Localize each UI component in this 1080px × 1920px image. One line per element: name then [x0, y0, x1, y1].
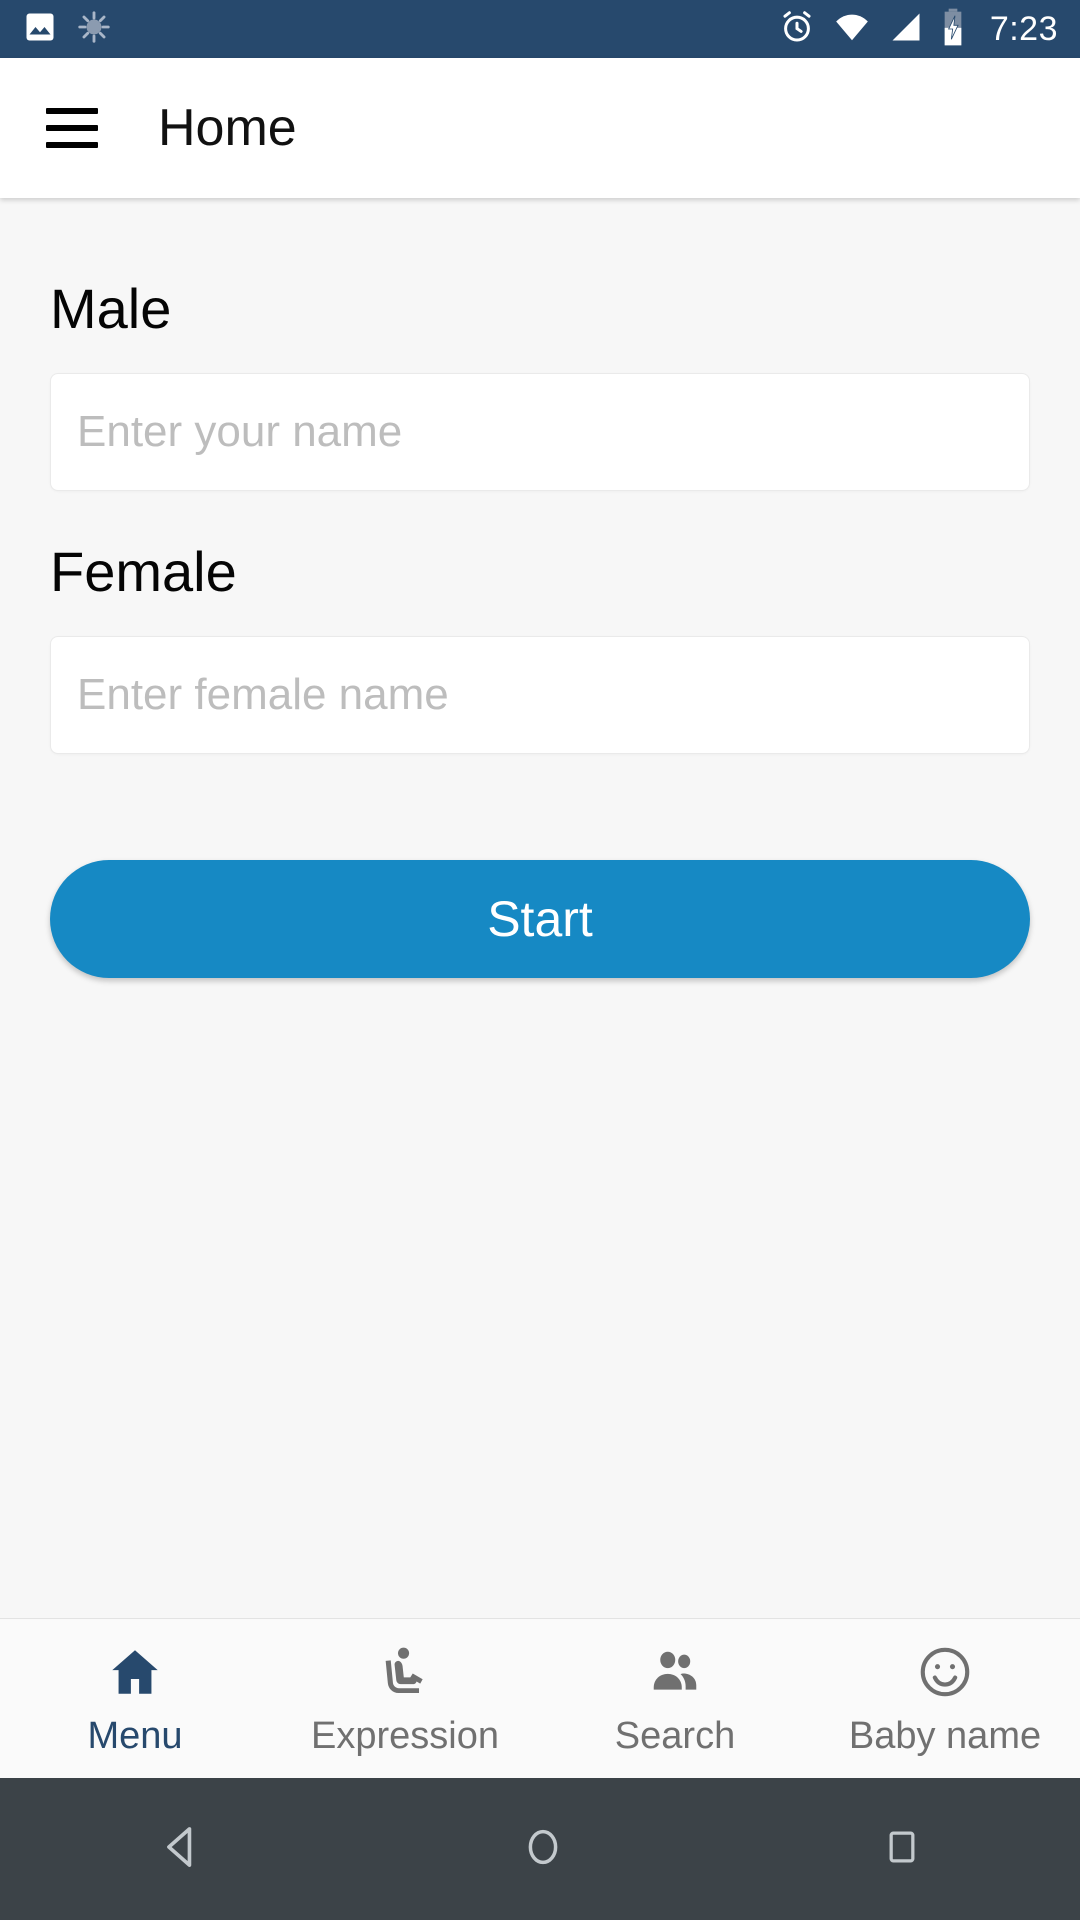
female-name-input[interactable]: Enter female name	[50, 636, 1030, 754]
alarm-icon	[778, 8, 816, 51]
hamburger-bar	[46, 142, 98, 148]
page-title: Home	[158, 99, 297, 157]
image-icon	[22, 9, 58, 50]
status-bar-left-icons	[22, 9, 112, 50]
home-circle-icon[interactable]	[515, 1819, 571, 1880]
status-bar-right-icons: 7:23	[778, 7, 1058, 52]
status-bar-clock: 7:23	[989, 9, 1058, 48]
male-name-input[interactable]: Enter your name	[50, 373, 1030, 491]
people-icon	[644, 1639, 706, 1701]
female-field-label: Female	[50, 540, 237, 603]
male-name-placeholder: Enter your name	[77, 407, 403, 456]
male-field-label: Male	[50, 277, 172, 340]
back-icon[interactable]	[152, 1818, 210, 1881]
hamburger-bar	[46, 108, 98, 114]
sync-spinner-icon	[76, 9, 112, 50]
bottom-tab-bar: Menu Expression Search Baby name	[0, 1618, 1080, 1778]
start-button[interactable]: Start	[50, 860, 1030, 978]
main-content: Male Enter your name Female Enter female…	[0, 198, 1080, 1618]
tab-search-label: Search	[614, 1715, 736, 1757]
smiley-face-icon	[914, 1639, 976, 1701]
home-icon	[104, 1639, 166, 1701]
female-name-placeholder: Enter female name	[77, 670, 449, 719]
app-bar: Home	[0, 58, 1080, 198]
wifi-icon	[832, 8, 872, 51]
status-bar: 7:23	[0, 0, 1080, 58]
android-navigation-bar	[0, 1778, 1080, 1920]
tab-baby-name[interactable]: Baby name	[810, 1639, 1080, 1758]
tab-expression-label: Expression	[311, 1715, 499, 1757]
battery-charging-icon	[940, 7, 966, 52]
hamburger-menu-icon[interactable]	[46, 108, 98, 148]
cellular-signal-icon	[888, 9, 924, 50]
recents-square-icon[interactable]	[876, 1821, 928, 1878]
tab-expression[interactable]: Expression	[270, 1639, 540, 1758]
tab-menu[interactable]: Menu	[0, 1639, 270, 1758]
tab-menu-label: Menu	[87, 1715, 183, 1757]
airline-seat-icon	[374, 1639, 436, 1701]
phone-screen: 7:23 Home Male Enter your name Female En…	[0, 0, 1080, 1920]
tab-baby-name-label: Baby name	[848, 1715, 1042, 1757]
tab-search[interactable]: Search	[540, 1639, 810, 1758]
hamburger-bar	[46, 125, 98, 131]
